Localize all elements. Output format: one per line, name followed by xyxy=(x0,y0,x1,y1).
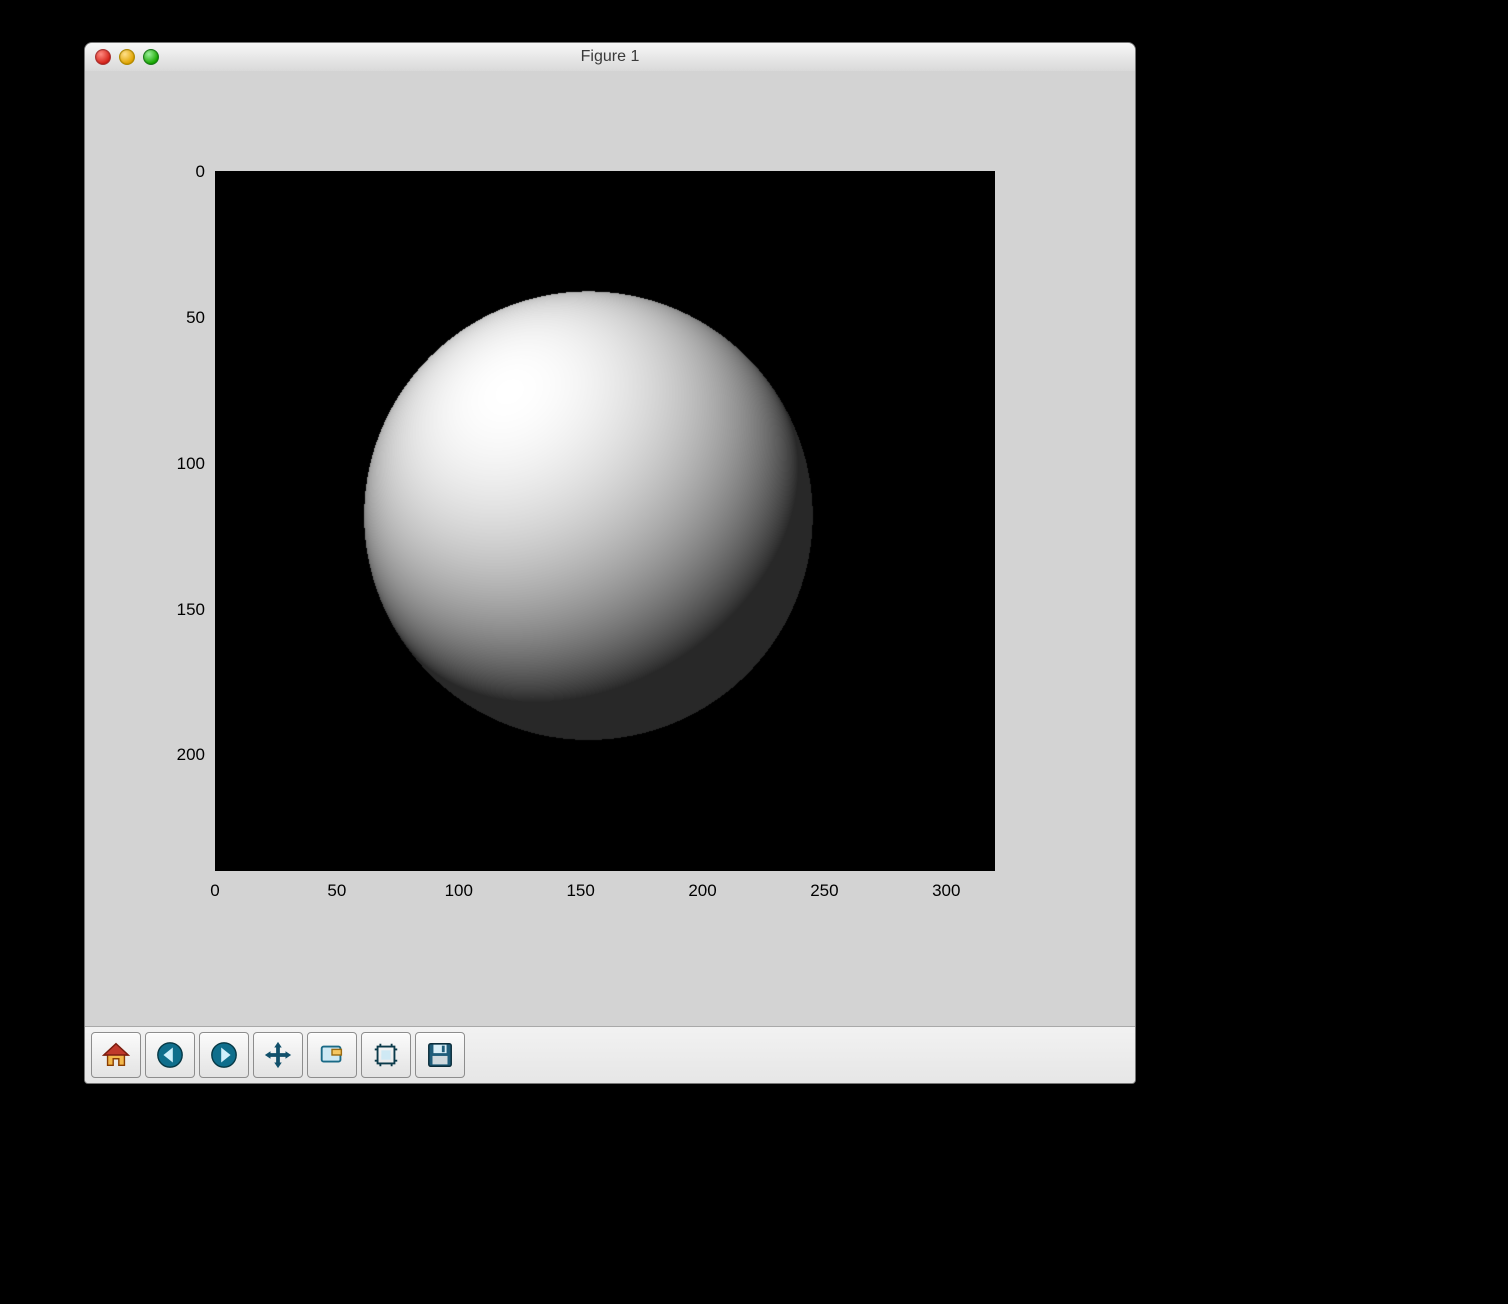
move-icon xyxy=(263,1040,293,1070)
x-tick: 200 xyxy=(688,881,716,901)
pan-button[interactable] xyxy=(253,1032,303,1078)
x-tick: 250 xyxy=(810,881,838,901)
window-title: Figure 1 xyxy=(581,48,640,66)
heatmap-image xyxy=(215,171,995,871)
zoom-rect-icon xyxy=(317,1040,347,1070)
minimize-icon[interactable] xyxy=(119,49,135,65)
forward-button[interactable] xyxy=(199,1032,249,1078)
nav-toolbar xyxy=(85,1026,1135,1083)
x-tick: 50 xyxy=(327,881,346,901)
home-icon xyxy=(101,1040,131,1070)
close-icon[interactable] xyxy=(95,49,111,65)
zoom-button[interactable] xyxy=(307,1032,357,1078)
x-tick: 100 xyxy=(445,881,473,901)
x-tick: 300 xyxy=(932,881,960,901)
arrow-left-icon xyxy=(155,1040,185,1070)
titlebar: Figure 1 xyxy=(85,43,1135,72)
x-tick: 0 xyxy=(210,881,219,901)
axes-image xyxy=(215,171,995,871)
home-button[interactable] xyxy=(91,1032,141,1078)
subplots-button[interactable] xyxy=(361,1032,411,1078)
back-button[interactable] xyxy=(145,1032,195,1078)
save-icon xyxy=(425,1040,455,1070)
arrow-right-icon xyxy=(209,1040,239,1070)
save-button[interactable] xyxy=(415,1032,465,1078)
figure-canvas[interactable]: 050100150200 050100150200250300 xyxy=(85,71,1135,1027)
subplots-icon xyxy=(371,1040,401,1070)
window-controls xyxy=(95,49,159,65)
zoom-window-icon[interactable] xyxy=(143,49,159,65)
x-tick: 150 xyxy=(566,881,594,901)
figure-window: Figure 1 050100150200 050100150200250300 xyxy=(84,42,1136,1084)
